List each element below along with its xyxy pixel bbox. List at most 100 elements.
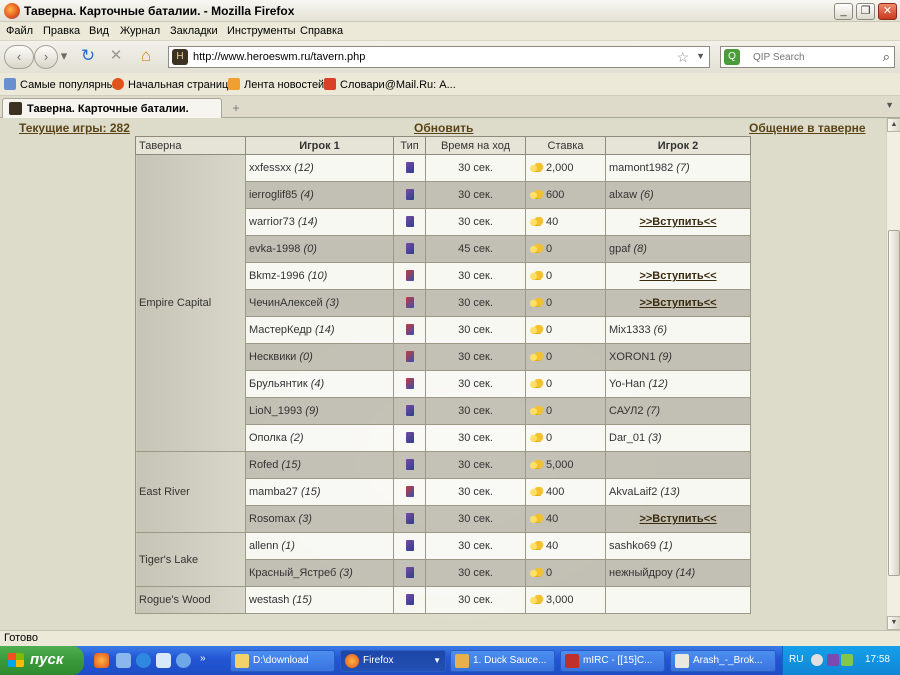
tray-back-icon[interactable] [811, 654, 823, 666]
menu-view[interactable]: Вид [89, 25, 109, 37]
player1-name[interactable]: warrior73 [249, 216, 295, 228]
url-bar[interactable]: H http://www.heroeswm.ru/tavern.php ☆ ▼ [168, 46, 710, 68]
bookmark-star-icon[interactable]: ☆ [676, 49, 689, 66]
quicklaunch-ie-icon[interactable] [136, 653, 151, 668]
language-indicator[interactable]: RU [789, 654, 803, 665]
player1-cell[interactable]: ierroglif85 (4) [245, 181, 394, 209]
player1-name[interactable]: ierroglif85 [249, 189, 297, 201]
tray-app-icon[interactable] [827, 654, 839, 666]
player2-name[interactable]: XORON1 [609, 351, 655, 363]
history-dropdown-icon[interactable]: ▾ [58, 45, 70, 69]
scroll-down-icon[interactable]: ▼ [887, 616, 900, 630]
player1-name[interactable]: Красный_Ястреб [249, 567, 336, 579]
player1-name[interactable]: МастерКедр [249, 324, 312, 336]
join-game-link[interactable]: >>Вступить<< [605, 289, 751, 317]
join-game-link[interactable]: >>Вступить<< [605, 262, 751, 290]
back-button[interactable]: ‹ [4, 45, 34, 69]
tab-tavern[interactable]: Таверна. Карточные баталии. [2, 98, 222, 118]
search-box[interactable]: Q ⌕ [720, 46, 895, 68]
quicklaunch-messenger-icon[interactable] [156, 653, 171, 668]
player1-cell[interactable]: Несквики (0) [245, 343, 394, 371]
quicklaunch-qip-icon[interactable] [116, 653, 131, 668]
player1-name[interactable]: Bkmz-1996 [249, 270, 305, 282]
player2-cell[interactable]: sashko69 (1) [605, 532, 751, 560]
player2-cell[interactable]: mamont1982 (7) [605, 154, 751, 182]
player1-cell[interactable]: МастерКедр (14) [245, 316, 394, 344]
forward-button[interactable]: › [34, 45, 58, 69]
player1-name[interactable]: allenn [249, 540, 278, 552]
player2-cell[interactable]: AkvaLaif2 (13) [605, 478, 751, 506]
player1-name[interactable]: Ополка [249, 432, 287, 444]
player2-cell[interactable]: Mix1333 (6) [605, 316, 751, 344]
bookmark-news-feed[interactable]: Лента новостей [228, 78, 324, 91]
quicklaunch-desktop-icon[interactable] [176, 653, 191, 668]
menu-history[interactable]: Журнал [120, 25, 160, 37]
player1-cell[interactable]: Bkmz-1996 (10) [245, 262, 394, 290]
player1-name[interactable]: evka-1998 [249, 243, 300, 255]
player2-name[interactable]: alxaw [609, 189, 637, 201]
close-window-button[interactable]: ✕ [878, 3, 897, 20]
task-duck-sauce[interactable]: 1. Duck Sauce... [450, 650, 555, 672]
player2-cell[interactable]: Dar_01 (3) [605, 424, 751, 452]
task-arash[interactable]: Arash_-_Brok... [670, 650, 776, 672]
player1-cell[interactable]: westash (15) [245, 586, 394, 614]
player1-cell[interactable]: Rosomax (3) [245, 505, 394, 533]
player1-cell[interactable]: xxfessxx (12) [245, 154, 394, 182]
player1-name[interactable]: Rosomax [249, 513, 295, 525]
player2-cell[interactable]: нежныйдроу (14) [605, 559, 751, 587]
player1-name[interactable]: xxfessxx [249, 162, 291, 174]
player1-name[interactable]: Rofed [249, 459, 278, 471]
menu-file[interactable]: Файл [6, 25, 33, 37]
player2-name[interactable]: Yo-Han [609, 378, 645, 390]
player2-name[interactable]: Dar_01 [609, 432, 645, 444]
player2-name[interactable]: Mix1333 [609, 324, 651, 336]
player1-cell[interactable]: Брульянтик (4) [245, 370, 394, 398]
player2-cell[interactable]: alxaw (6) [605, 181, 751, 209]
reload-icon[interactable]: ↻ [76, 45, 100, 69]
menu-edit[interactable]: Правка [43, 25, 80, 37]
scrollbar-thumb[interactable] [888, 230, 900, 576]
player2-name[interactable]: САУЛ2 [609, 405, 644, 417]
player2-name[interactable]: mamont1982 [609, 162, 673, 174]
player1-cell[interactable]: mamba27 (15) [245, 478, 394, 506]
refresh-link[interactable]: Обновить [414, 121, 473, 135]
player1-name[interactable]: ЧечинАлексей [249, 297, 323, 309]
tavern-chat-link[interactable]: Общение в таверне [749, 121, 866, 135]
player1-name[interactable]: Несквики [249, 351, 296, 363]
player2-cell[interactable]: САУЛ2 (7) [605, 397, 751, 425]
bookmark-mail-dictionary[interactable]: Словари@Mail.Ru: А... [324, 78, 456, 91]
bookmark-most-visited[interactable]: Самые популярные [4, 78, 121, 91]
join-game-link[interactable]: >>Вступить<< [605, 208, 751, 236]
minimize-button[interactable]: _ [834, 3, 853, 20]
task-firefox[interactable]: Firefox ▼ [340, 650, 446, 672]
menu-tools[interactable]: Инструменты [227, 25, 296, 37]
new-tab-button[interactable]: + [226, 99, 246, 117]
vertical-scrollbar[interactable]: ▲ ▼ [886, 118, 900, 630]
task-mirc[interactable]: mIRC - [[15]C... [560, 650, 665, 672]
player1-cell[interactable]: allenn (1) [245, 532, 394, 560]
player1-cell[interactable]: evka-1998 (0) [245, 235, 394, 263]
menu-help[interactable]: Справка [300, 25, 343, 37]
player1-cell[interactable]: ЧечинАлексей (3) [245, 289, 394, 317]
player1-cell[interactable]: Ополка (2) [245, 424, 394, 452]
player1-name[interactable]: mamba27 [249, 486, 298, 498]
task-download-folder[interactable]: D:\download [230, 650, 335, 672]
menu-bookmarks[interactable]: Закладки [170, 25, 218, 37]
quicklaunch-firefox-icon[interactable] [94, 653, 109, 668]
player2-name[interactable]: AkvaLaif2 [609, 486, 657, 498]
player2-cell[interactable]: Yo-Han (12) [605, 370, 751, 398]
player1-cell[interactable]: LioN_1993 (9) [245, 397, 394, 425]
join-game-link[interactable]: >>Вступить<< [605, 505, 751, 533]
player1-cell[interactable]: Rofed (15) [245, 451, 394, 479]
player2-name[interactable]: gpaf [609, 243, 630, 255]
stop-icon[interactable]: ✕ [104, 45, 128, 69]
restore-button[interactable]: ❐ [856, 3, 875, 20]
player1-name[interactable]: LioN_1993 [249, 405, 302, 417]
bookmark-home-page[interactable]: Начальная страница [112, 78, 234, 91]
tray-qip-icon[interactable] [841, 654, 853, 666]
search-engine-icon[interactable]: Q [724, 49, 740, 65]
current-games-link[interactable]: Текущие игры: 282 [19, 121, 130, 135]
player2-name[interactable]: sashko69 [609, 540, 656, 552]
player1-cell[interactable]: warrior73 (14) [245, 208, 394, 236]
player1-name[interactable]: westash [249, 594, 289, 606]
